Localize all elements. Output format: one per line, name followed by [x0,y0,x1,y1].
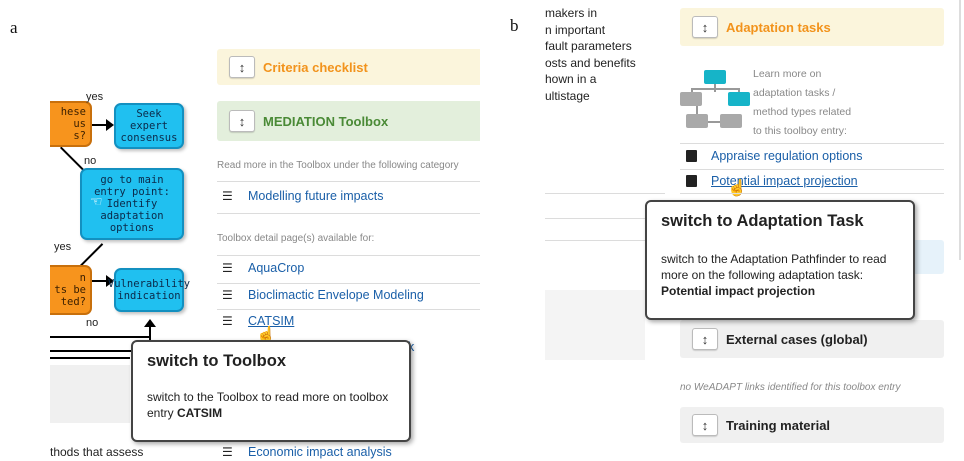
edge-bottom-line-2 [50,350,140,352]
tooltip-body-bold: CATSIM [177,406,223,420]
tooltip-title: switch to Toolbox [147,352,287,370]
tooltip-body-text: switch to the Adaptation Pathfinder to r… [661,252,887,282]
divider [680,193,944,194]
scroll-edge [959,0,961,260]
criteria-checklist-header[interactable]: ↕ Criteria checklist [217,49,480,85]
edge-label-yes: yes [86,91,104,103]
edge-label-yes: yes [54,241,72,253]
criteria-title: Criteria checklist [263,59,368,75]
side-text-line: ultistage [545,88,590,103]
mediation-toolbox-header[interactable]: ↕ MEDIATION Toolbox [217,101,480,141]
list-icon: ☰ [222,314,233,328]
economic-impact-link[interactable]: Economic impact analysis [248,445,392,459]
divider [217,181,480,182]
book-icon [686,175,697,187]
side-text-line: n important [545,22,606,37]
learn-more-text: Learn more on adaptation tasks / method … [753,65,851,141]
methods-text: thods that assess [50,445,144,459]
tooltip-body: switch to the Adaptation Pathfinder to r… [661,251,899,299]
read-more-text: Read more in the Toolbox under the follo… [217,160,459,171]
panel-label-a: a [10,18,18,37]
arrowhead [144,319,156,327]
seek-expert-node[interactable]: Seek expert consensus [114,103,184,149]
tooltip-body-bold: Potential impact projection [661,284,816,298]
toggle-icon[interactable]: ↕ [692,16,718,38]
learn-more-line: Learn more on [753,68,822,80]
adaptation-task-tooltip: switch to Adaptation Task switch to the … [645,200,915,320]
list-icon: ☰ [222,288,233,302]
training-title: Training material [726,417,831,433]
tooltip-title: switch to Adaptation Task [661,212,864,230]
adaptation-tasks-header[interactable]: ↕ Adaptation tasks [680,8,944,46]
side-text-block: makers in n important fault parameters o… [545,5,636,104]
divider [680,143,944,144]
tooltip-body: switch to the Toolbox to read more on to… [147,389,395,421]
divider [217,255,480,256]
grey-block [50,365,130,423]
edge-label-no: no [84,155,97,167]
divider [545,193,665,194]
tool-link-bioclimactic[interactable]: Bioclimactic Envelope Modeling [248,288,424,302]
list-item[interactable]: ☰ Bioclimactic Envelope Modeling [222,288,424,302]
tool-link-aquacrop[interactable]: AquaCrop [248,261,304,275]
panel-label-b: b [510,16,519,35]
entry-node-text: go to main entry point: Identify adaptat… [94,174,170,234]
external-cases-header[interactable]: ↕ External cases (global) [680,320,944,358]
list-item[interactable]: Appraise regulation options [686,149,863,163]
learn-more-line: adaptation tasks / [753,87,836,99]
side-text-line: hown in a [545,72,597,86]
hand-cursor-icon: ☝ [727,180,747,197]
no-weadapt-text: no WeADAPT links identified for this too… [680,382,901,393]
list-item[interactable]: ☰ Modelling future impacts [222,189,383,203]
edge-bottom-line [50,336,150,338]
toolbox-tooltip: switch to Toolbox switch to the Toolbox … [131,340,411,442]
book-icon [686,150,697,162]
list-icon: ☰ [222,261,233,275]
list-item[interactable]: Potential impact projection [686,174,858,188]
vulnerability-node[interactable]: Vulnerability indication [108,268,190,312]
mediation-title: MEDIATION Toolbox [263,113,389,129]
side-text-line: osts and benefits [545,55,636,70]
grey-block [545,290,645,360]
arrowhead [106,119,114,131]
decision-node-2[interactable]: n ts be ted? [50,265,92,315]
divider [217,213,480,214]
detail-heading: Toolbox detail page(s) available for: [217,233,375,244]
list-item[interactable]: ☰ Economic impact analysis [222,445,392,459]
learn-more-line: to this toolboy entry: [753,125,847,137]
edge-label-no: no [86,317,99,329]
list-item[interactable]: ☰ AquaCrop [222,261,304,275]
list-icon: ☰ [222,445,233,459]
external-title: External cases (global) [726,331,868,347]
list-icon: ☰ [222,189,233,203]
adaptation-title: Adaptation tasks [726,19,831,35]
task-link-appraise[interactable]: Appraise regulation options [711,149,863,163]
divider [217,309,480,310]
toggle-icon[interactable]: ↕ [229,110,255,132]
edge-bottom-line-3 [50,357,130,359]
training-material-header[interactable]: ↕ Training material [680,407,944,443]
category-link[interactable]: Modelling future impacts [248,189,383,203]
side-text-line: makers in [545,6,598,20]
divider [217,283,480,284]
decision-node-1[interactable]: hese us s? [50,101,92,147]
side-text-line: fault parameters [545,39,632,53]
panel-b: makers in n important fault parameters o… [545,0,964,461]
network-diagram-icon [680,66,750,130]
divider [680,169,944,170]
toggle-icon[interactable]: ↕ [692,328,718,350]
toggle-icon[interactable]: ↕ [692,414,718,436]
panel-a: hese us s? Seek expert consensus go to m… [50,35,480,461]
learn-more-line: method types related [753,106,852,118]
hand-cursor-icon: ☜ [90,193,103,209]
toggle-icon[interactable]: ↕ [229,56,255,78]
